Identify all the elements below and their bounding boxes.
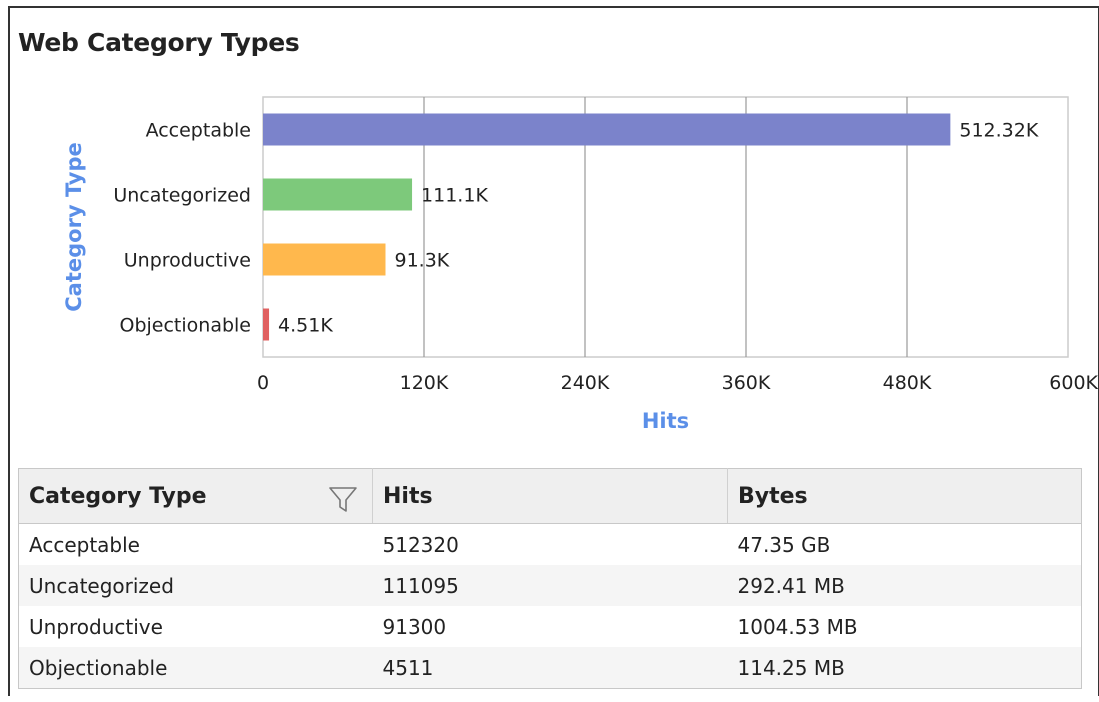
cell-bytes: 1004.53 MB xyxy=(737,614,858,639)
value-label: 91.3K xyxy=(394,250,449,272)
filter-icon[interactable] xyxy=(328,483,358,513)
value-label: 111.1K xyxy=(421,185,488,207)
x-tick-label: 360K xyxy=(722,372,771,394)
column-header-hits[interactable]: Hits xyxy=(372,468,728,524)
bar-objectionable[interactable] xyxy=(263,308,270,341)
category-label: Acceptable xyxy=(146,120,251,142)
cell-hits: 512320 xyxy=(382,532,459,557)
table-row[interactable]: Objectionable 4511 114.25 MB xyxy=(18,647,1082,689)
table-row[interactable]: Acceptable 512320 47.35 GB xyxy=(19,524,1082,566)
category-label: Unproductive xyxy=(124,250,251,272)
cell-hits: 111095 xyxy=(372,565,728,606)
cell-category: Unproductive xyxy=(29,614,163,639)
column-header-label: Hits xyxy=(383,483,433,509)
bar-unproductive[interactable] xyxy=(263,243,386,276)
cell-bytes: 292.41 MB xyxy=(727,565,1082,606)
value-label: 512.32K xyxy=(959,120,1038,142)
column-header-label: Category Type xyxy=(29,483,207,509)
column-header-category-type[interactable]: Category Type xyxy=(18,468,373,524)
bar-uncategorized[interactable] xyxy=(263,178,413,211)
cell-category: Objectionable xyxy=(18,647,373,689)
cell-hits: 4511 xyxy=(372,647,728,689)
bar-chart: 0 120K 240K 360K 480K 600K Acceptable 512.32K Un… xyxy=(62,96,1099,433)
category-label: Uncategorized xyxy=(113,185,251,207)
value-label: 4.51K xyxy=(278,315,333,337)
y-axis-title: Category Type xyxy=(62,142,86,311)
x-tick-label: 600K xyxy=(1049,372,1098,394)
cell-category: Acceptable xyxy=(29,532,140,557)
table-header-row: Category Type Hits Bytes xyxy=(18,468,1082,524)
bar-acceptable[interactable] xyxy=(263,113,951,146)
x-tick-label: 0 xyxy=(257,372,269,394)
table-row[interactable]: Unproductive 91300 1004.53 MB xyxy=(19,606,1082,647)
category-label: Objectionable xyxy=(120,315,252,337)
cell-bytes: 47.35 GB xyxy=(737,532,831,557)
category-table: Category Type Hits Bytes Acceptable 5123… xyxy=(18,468,1082,689)
column-header-label: Bytes xyxy=(738,483,808,509)
x-axis-title: Hits xyxy=(642,409,689,433)
cell-bytes: 114.25 MB xyxy=(727,647,1082,689)
cell-hits: 91300 xyxy=(382,614,447,639)
table-row[interactable]: Uncategorized 111095 292.41 MB xyxy=(18,565,1082,606)
cell-category: Uncategorized xyxy=(18,565,373,606)
column-header-bytes[interactable]: Bytes xyxy=(727,468,1082,524)
x-tick-label: 480K xyxy=(883,372,932,394)
x-tick-label: 120K xyxy=(400,372,449,394)
x-tick-label: 240K xyxy=(561,372,610,394)
